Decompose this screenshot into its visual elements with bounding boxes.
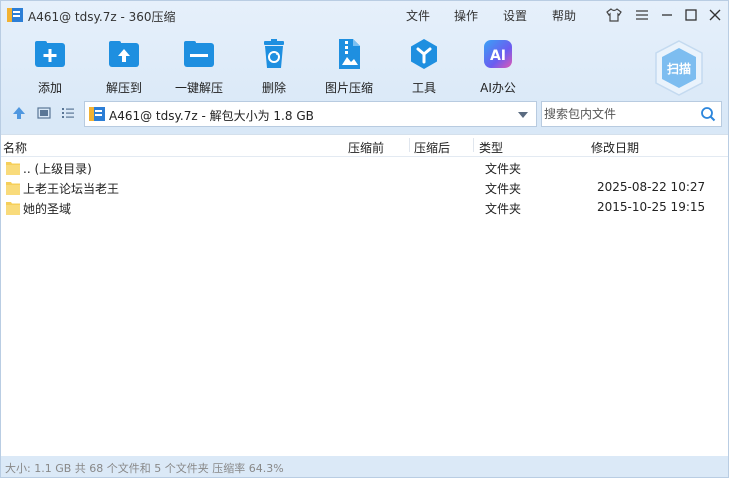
item-name: 上老王论坛当老王 (23, 182, 120, 196)
ai-office-label: AI办公 (480, 81, 516, 95)
item-type: 文件夹 (485, 202, 522, 216)
search-box[interactable] (541, 101, 722, 127)
status-bar: 大小: 1.1 GB 共 68 个文件和 5 个文件夹 压缩率 64.3% (1, 456, 728, 477)
scan-label: 扫描 (666, 62, 691, 76)
view-thumbnail-button[interactable] (36, 105, 54, 123)
view-list-button[interactable] (60, 105, 78, 123)
close-button[interactable] (706, 6, 724, 24)
menu-lines-icon (636, 10, 648, 20)
folder-icon (6, 202, 20, 215)
search-input[interactable] (544, 105, 694, 123)
add-label: 添加 (37, 81, 62, 95)
close-icon (709, 9, 721, 21)
item-name: .. (上级目录) (23, 162, 92, 176)
folder-icon (6, 182, 20, 195)
menu-operate-label[interactable]: 操作 (454, 7, 478, 24)
ai-office-icon: AI (484, 40, 512, 68)
list-item[interactable]: 上老王论坛当老王 文件夹 2025-08-22 10:27 (1, 178, 728, 198)
item-date: 2025-08-22 10:27 (597, 180, 706, 194)
svg-text:AI: AI (490, 48, 506, 64)
add-button[interactable]: 添加 (10, 33, 90, 95)
menu-settings-label[interactable]: 设置 (503, 7, 527, 24)
image-compress-button[interactable]: 图片压缩 (309, 33, 389, 95)
column-name[interactable]: 名称 (3, 139, 27, 156)
tools-icon (411, 39, 437, 69)
scan-button[interactable]: 扫描 (650, 39, 708, 97)
recycle-bin-icon (264, 39, 284, 68)
one-click-extract-button[interactable]: 一键解压 (159, 33, 239, 95)
one-click-extract-label: 一键解压 (174, 81, 223, 95)
image-compress-label: 图片压缩 (324, 81, 373, 95)
app-window: A461@ tdsy.7z - 360压缩 文件 操作 设置 帮助 添加 解压到… (0, 0, 729, 478)
delete-button[interactable]: 删除 (234, 33, 314, 95)
status-text: 大小: 1.1 GB 共 68 个文件和 5 个文件夹 压缩率 64.3% (5, 462, 284, 475)
archive-icon (89, 107, 105, 121)
menu-settings[interactable]: 设置 (503, 7, 527, 24)
column-size-after[interactable]: 压缩后 (414, 139, 450, 156)
item-type: 文件夹 (485, 162, 522, 176)
extract-to-icon (109, 41, 139, 67)
app-logo-icon (7, 8, 23, 22)
arrow-up-icon (13, 107, 25, 119)
up-button[interactable] (11, 105, 29, 123)
item-name: 她的圣域 (23, 202, 72, 216)
delete-label: 删除 (261, 81, 286, 95)
shirt-icon (606, 8, 622, 22)
list-header: 名称 压缩前 压缩后 类型 修改日期 (1, 135, 728, 157)
address-bar[interactable]: A461@ tdsy.7z - 解包大小为 1.8 GB (84, 101, 537, 127)
minimize-icon (662, 14, 672, 16)
list-view-icon (62, 108, 74, 118)
menu-help-label[interactable]: 帮助 (552, 7, 576, 24)
extract-to-button[interactable]: 解压到 (84, 33, 164, 95)
file-list[interactable]: 名称 压缩前 压缩后 类型 修改日期 .. (上级目录) 文件夹 上老王论坛当老… (1, 134, 728, 456)
thumbnail-view-icon (37, 107, 51, 119)
column-type[interactable]: 类型 (479, 139, 503, 156)
tools-label: 工具 (411, 81, 436, 95)
image-compress-icon (339, 39, 360, 69)
menu-operate[interactable]: 操作 (454, 7, 478, 24)
search-icon[interactable] (700, 106, 716, 122)
toolbar: 添加 解压到 一键解压 删除 图片压缩 工具 AI AI办公 (1, 33, 728, 95)
title-bar[interactable]: A461@ tdsy.7z - 360压缩 文件 操作 设置 帮助 (1, 1, 728, 29)
menu-file[interactable]: 文件 (406, 7, 430, 24)
list-item[interactable]: .. (上级目录) 文件夹 (1, 158, 728, 178)
folder-icon (6, 162, 20, 175)
menu-help[interactable]: 帮助 (552, 7, 576, 24)
menu-dropdown-button[interactable] (633, 6, 651, 24)
add-icon (35, 41, 65, 67)
tools-button[interactable]: 工具 (384, 33, 464, 95)
column-modified-date[interactable]: 修改日期 (591, 139, 639, 156)
column-divider[interactable] (409, 138, 410, 152)
ai-office-button[interactable]: AI AI办公 (458, 33, 538, 95)
maximize-icon (685, 9, 697, 21)
window-title: A461@ tdsy.7z - 360压缩 (28, 10, 176, 24)
extract-to-label: 解压到 (105, 81, 142, 95)
column-divider[interactable] (473, 138, 474, 152)
skin-button[interactable] (605, 6, 623, 24)
item-date: 2015-10-25 19:15 (597, 200, 706, 214)
list-item[interactable]: 她的圣域 文件夹 2015-10-25 19:15 (1, 198, 728, 218)
column-size-before[interactable]: 压缩前 (348, 139, 384, 156)
one-click-extract-icon (184, 41, 214, 67)
item-type: 文件夹 (485, 182, 522, 196)
address-path: A461@ tdsy.7z - 解包大小为 1.8 GB (109, 109, 314, 123)
minimize-button[interactable] (658, 6, 676, 24)
maximize-button[interactable] (682, 6, 700, 24)
menu-file-label[interactable]: 文件 (406, 7, 430, 24)
address-dropdown-icon[interactable] (518, 112, 528, 118)
